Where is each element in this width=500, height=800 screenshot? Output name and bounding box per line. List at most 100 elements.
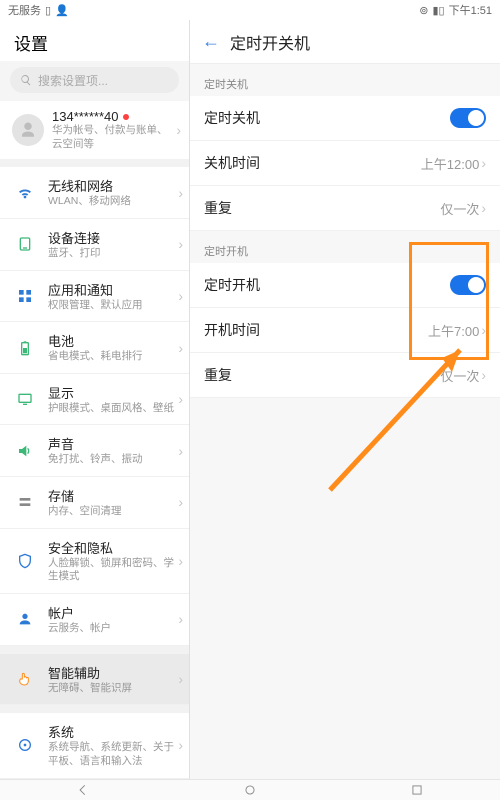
- setting-on_repeat[interactable]: 重复仅一次›: [190, 353, 500, 398]
- sidebar-item-sub: 系统导航、系统更新、关于平板、语言和输入法: [48, 741, 176, 768]
- sidebar-item-display[interactable]: 显示护眼模式、桌面风格、壁纸›: [0, 374, 189, 426]
- chevron-right-icon: ›: [479, 322, 486, 338]
- notification-dot: [123, 114, 129, 120]
- setting-off_repeat[interactable]: 重复仅一次›: [190, 186, 500, 231]
- setting-label: 定时关机: [204, 108, 450, 128]
- status-bar: 无服务 ▯ 👤 ⊚ ▮▯ 下午1:51: [0, 0, 500, 20]
- sidebar-item-label: 应用和通知: [48, 280, 176, 299]
- sidebar-item-battery[interactable]: 电池省电模式、耗电排行›: [0, 322, 189, 374]
- sidebar-item-label: 智能辅助: [48, 663, 176, 682]
- sidebar-item-sub: WLAN、移动网络: [48, 195, 176, 209]
- sidebar-item-label: 声音: [48, 434, 176, 453]
- setting-on_toggle[interactable]: 定时开机: [190, 263, 500, 308]
- detail-pane: ← 定时开关机 定时关机定时关机关机时间上午12:00›重复仅一次›定时开机定时…: [190, 20, 500, 779]
- section-label: 定时关机: [190, 64, 500, 96]
- chevron-right-icon: ›: [176, 340, 183, 356]
- sound-icon: [12, 438, 38, 464]
- clock-text: 下午1:51: [449, 2, 492, 18]
- setting-label: 开机时间: [204, 320, 428, 340]
- battery-icon: ▮▯: [432, 4, 444, 17]
- search-placeholder: 搜索设置项...: [38, 72, 108, 89]
- detail-header: ← 定时开关机: [190, 20, 500, 64]
- account-subtitle: 华为帐号、付款与账单、云空间等: [52, 124, 174, 151]
- detail-title: 定时开关机: [230, 30, 310, 54]
- device-icon: [12, 231, 38, 257]
- display-icon: [12, 386, 38, 412]
- setting-off_time[interactable]: 关机时间上午12:00›: [190, 141, 500, 186]
- wifi-icon: ⊚: [419, 4, 428, 17]
- chevron-right-icon: ›: [176, 443, 183, 459]
- sidebar-item-sub: 云服务、帐户: [48, 622, 176, 636]
- sidebar-item-sub: 护眼模式、桌面风格、壁纸: [48, 402, 176, 416]
- sim-icon: ▯: [45, 4, 51, 17]
- hand-icon: [12, 666, 38, 692]
- setting-label: 重复: [204, 365, 440, 385]
- nav-recent-icon[interactable]: [410, 783, 424, 797]
- setting-label: 重复: [204, 198, 440, 218]
- setting-on_time[interactable]: 开机时间上午7:00›: [190, 308, 500, 353]
- setting-value: 上午7:00: [428, 321, 479, 340]
- chevron-right-icon: ›: [176, 553, 183, 569]
- apps-icon: [12, 283, 38, 309]
- security-icon: [12, 548, 38, 574]
- chevron-right-icon: ›: [176, 494, 183, 510]
- system-icon: [12, 732, 38, 758]
- chevron-right-icon: ›: [176, 288, 183, 304]
- nav-bar: [0, 779, 500, 800]
- sidebar-item-label: 显示: [48, 383, 176, 402]
- accounts-icon: [12, 606, 38, 632]
- setting-value: 仅一次: [440, 366, 479, 385]
- sidebar-item-label: 帐户: [48, 603, 176, 622]
- sidebar-item-sub: 无障碍、智能识屏: [48, 682, 176, 696]
- nav-back-icon[interactable]: [76, 783, 90, 797]
- nav-home-icon[interactable]: [243, 783, 257, 797]
- sidebar-item-system[interactable]: 系统系统导航、系统更新、关于平板、语言和输入法›: [0, 713, 189, 778]
- chevron-right-icon: ›: [176, 611, 183, 627]
- sidebar-item-label: 电池: [48, 331, 176, 350]
- chevron-right-icon: ›: [176, 391, 183, 407]
- sidebar-item-label: 安全和隐私: [48, 538, 176, 557]
- sidebar-item-label: 存储: [48, 486, 176, 505]
- sidebar-item-sub: 人脸解锁、锁屏和密码、学生模式: [48, 557, 176, 584]
- sidebar-item-apps[interactable]: 应用和通知权限管理、默认应用›: [0, 271, 189, 323]
- sidebar-item-storage[interactable]: 存储内存、空间清理›: [0, 477, 189, 529]
- settings-title: 设置: [0, 20, 189, 61]
- sidebar-item-smart[interactable]: 智能辅助无障碍、智能识屏›: [0, 654, 189, 706]
- sidebar-item-label: 设备连接: [48, 228, 176, 247]
- sidebar-item-sub: 省电模式、耗电排行: [48, 350, 176, 364]
- sidebar-item-device[interactable]: 设备连接蓝牙、打印›: [0, 219, 189, 271]
- sidebar-item-wifi[interactable]: 无线和网络WLAN、移动网络›: [0, 167, 189, 219]
- sidebar-item-sub: 权限管理、默认应用: [48, 299, 176, 313]
- toggle-switch[interactable]: [450, 275, 486, 295]
- search-input[interactable]: 搜索设置项...: [10, 67, 179, 93]
- setting-label: 定时开机: [204, 275, 450, 295]
- toggle-switch[interactable]: [450, 108, 486, 128]
- chevron-right-icon: ›: [176, 236, 183, 252]
- sidebar-item-sub: 蓝牙、打印: [48, 247, 176, 261]
- sidebar-item-sub: 免打扰、铃声、振动: [48, 453, 176, 467]
- carrier-text: 无服务: [8, 2, 41, 18]
- sidebar-item-label: 系统: [48, 722, 176, 741]
- section-label: 定时开机: [190, 231, 500, 263]
- account-row[interactable]: 134******40 华为帐号、付款与账单、云空间等 ›: [0, 101, 189, 167]
- setting-off_toggle[interactable]: 定时关机: [190, 96, 500, 141]
- chevron-right-icon: ›: [174, 122, 181, 138]
- sidebar-item-label: 无线和网络: [48, 176, 176, 195]
- setting-label: 关机时间: [204, 153, 421, 173]
- search-icon: [20, 74, 32, 86]
- account-title: 134******40: [52, 109, 119, 124]
- back-button[interactable]: ←: [202, 31, 220, 52]
- battery-icon: [12, 335, 38, 361]
- wifi-icon: [12, 180, 38, 206]
- chevron-right-icon: ›: [479, 200, 486, 216]
- avatar: [12, 114, 44, 146]
- chevron-right-icon: ›: [176, 671, 183, 687]
- profile-icon: 👤: [55, 4, 69, 17]
- sidebar-item-sub: 内存、空间清理: [48, 505, 176, 519]
- chevron-right-icon: ›: [479, 367, 486, 383]
- chevron-right-icon: ›: [176, 737, 183, 753]
- sidebar-item-sound[interactable]: 声音免打扰、铃声、振动›: [0, 425, 189, 477]
- sidebar-item-security[interactable]: 安全和隐私人脸解锁、锁屏和密码、学生模式›: [0, 529, 189, 594]
- sidebar-item-accounts[interactable]: 帐户云服务、帐户›: [0, 594, 189, 646]
- chevron-right-icon: ›: [479, 155, 486, 171]
